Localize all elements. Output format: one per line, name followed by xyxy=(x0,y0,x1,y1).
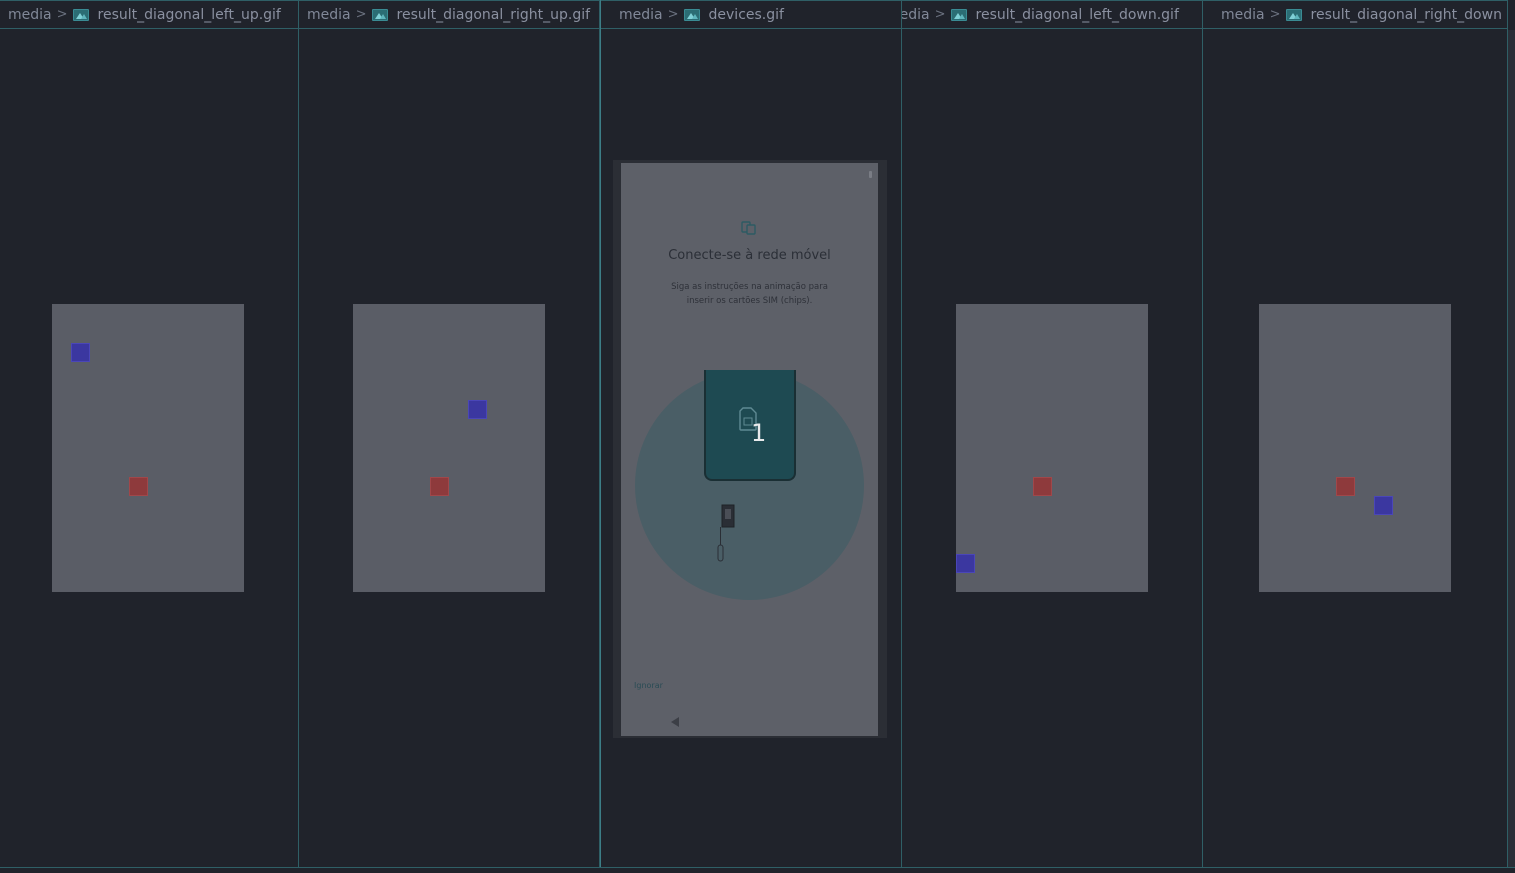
red-square xyxy=(129,477,148,496)
red-square xyxy=(1033,477,1052,496)
editor-pane-2: media > result_diagonal_right_up.gif xyxy=(299,0,600,867)
blue-square xyxy=(468,400,487,419)
breadcrumb-folder[interactable]: media xyxy=(902,7,930,23)
editor-pane-1: media > result_diagonal_left_up.gif xyxy=(0,0,299,867)
breadcrumb: media > devices.gif xyxy=(601,0,901,29)
image-file-icon xyxy=(72,8,89,21)
gif-preview xyxy=(1259,304,1451,592)
image-file-icon xyxy=(1285,8,1302,21)
image-file-icon xyxy=(371,8,388,21)
breadcrumb-file[interactable]: result_diagonal_right_up.gif xyxy=(397,7,591,23)
breadcrumb: media > result_diagonal_left_up.gif xyxy=(0,0,298,29)
image-file-icon xyxy=(683,8,700,21)
breadcrumb: media > result_diagonal_right_down xyxy=(1203,0,1507,29)
step-number: 1 xyxy=(751,419,767,447)
breadcrumb-separator: > xyxy=(56,7,68,22)
gif-preview xyxy=(353,304,545,592)
image-file-icon xyxy=(950,8,967,21)
back-icon[interactable] xyxy=(671,717,679,727)
breadcrumb-file[interactable]: result_diagonal_right_down xyxy=(1311,7,1502,23)
phone-title: Conecte-se à rede móvel xyxy=(668,248,831,263)
editor-pane-5: media > result_diagonal_right_down xyxy=(1203,0,1508,867)
blue-square xyxy=(71,343,90,362)
phone-screen-preview: Conecte-se à rede móvel Siga as instruçõ… xyxy=(621,163,878,736)
gif-preview xyxy=(956,304,1148,592)
phone-subtitle-line: inserir os cartões SIM (chips). xyxy=(686,296,813,306)
red-square xyxy=(430,477,449,496)
editor-pane-4: media > result_diagonal_left_down.gif xyxy=(902,0,1203,867)
breadcrumb: media > result_diagonal_left_down.gif xyxy=(902,0,1202,29)
sim-tray-icon xyxy=(717,504,735,562)
breadcrumb-separator: > xyxy=(355,7,367,22)
breadcrumb-separator: > xyxy=(934,7,946,22)
status-bar xyxy=(0,867,1515,873)
vertical-scrollbar[interactable] xyxy=(1508,30,1515,867)
breadcrumb-file[interactable]: devices.gif xyxy=(709,7,784,23)
breadcrumb-folder[interactable]: media xyxy=(1203,7,1265,23)
breadcrumb-separator: > xyxy=(1269,7,1281,22)
breadcrumb-folder[interactable]: media xyxy=(0,7,52,23)
status-indicator xyxy=(869,171,872,178)
breadcrumb-folder[interactable]: media xyxy=(299,7,351,23)
breadcrumb: media > result_diagonal_right_up.gif xyxy=(299,0,599,29)
red-square xyxy=(1336,477,1355,496)
blue-square xyxy=(956,554,975,573)
phone-subtitle: Siga as instruções na animação para inse… xyxy=(651,280,848,308)
breadcrumb-file[interactable]: result_diagonal_left_up.gif xyxy=(98,7,281,23)
breadcrumb-file[interactable]: result_diagonal_left_down.gif xyxy=(976,7,1179,23)
phone-subtitle-line: Siga as instruções na animação para xyxy=(671,282,828,292)
breadcrumb-folder[interactable]: media xyxy=(601,7,663,23)
blue-square xyxy=(1374,496,1393,515)
breadcrumb-separator: > xyxy=(667,7,679,22)
dual-sim-icon xyxy=(741,221,756,235)
gif-preview xyxy=(52,304,244,592)
ignore-button[interactable]: Ignorar xyxy=(634,681,663,690)
